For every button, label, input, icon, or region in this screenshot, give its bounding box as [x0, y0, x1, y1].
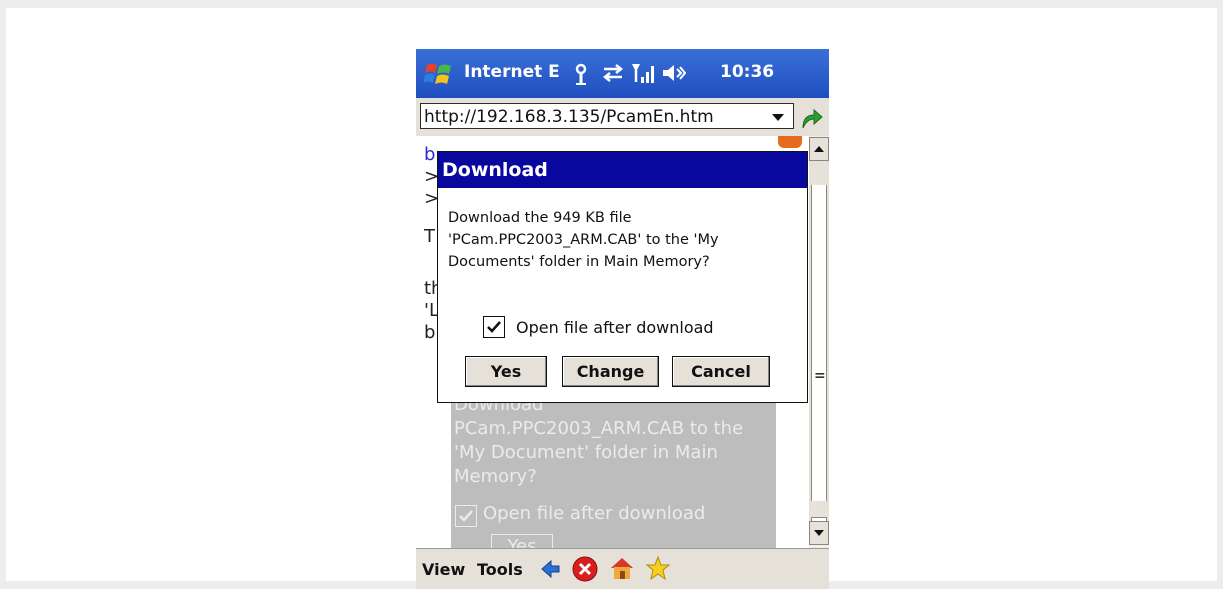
cancel-button[interactable]: Cancel	[672, 356, 770, 387]
download-dialog: Download Download the 949 KB file 'PCam.…	[437, 151, 808, 403]
tools-menu[interactable]: Tools	[477, 560, 523, 579]
dropdown-arrow-icon[interactable]	[770, 111, 786, 123]
dialog-message-line: 'PCam.PPC2003_ARM.CAB' to the 'My	[448, 232, 719, 248]
scroll-track[interactable]: =	[809, 161, 829, 529]
dialog-message-line: Download the 949 KB file	[448, 210, 632, 226]
scroll-thumb[interactable]: =	[811, 185, 827, 501]
illustration-checkbox-label: Open file after download	[483, 503, 706, 524]
favorites-icon[interactable]	[645, 555, 671, 581]
page-link[interactable]: b	[424, 144, 435, 165]
address-bar: http://192.168.3.135/PcamEn.htm	[416, 98, 829, 136]
signal-strength-icon[interactable]	[630, 60, 656, 86]
yes-button[interactable]: Yes	[465, 356, 547, 387]
view-menu[interactable]: View	[422, 560, 465, 579]
illustration-line: Memory?	[454, 466, 537, 487]
open-after-download-label[interactable]: Open file after download	[516, 318, 714, 337]
illustration-checkbox	[455, 505, 477, 527]
title-bar: Internet E 10:36	[416, 49, 829, 98]
dialog-message: Download the 949 KB file 'PCam.PPC2003_A…	[448, 207, 798, 273]
speaker-icon[interactable]	[660, 60, 686, 86]
window-title: Internet E	[464, 62, 560, 82]
go-arrow-icon[interactable]	[799, 106, 823, 130]
scroll-down-button[interactable]	[809, 521, 829, 545]
change-button[interactable]: Change	[562, 356, 659, 387]
arrow-down-icon	[814, 530, 824, 536]
windows-start-icon[interactable]	[424, 59, 454, 89]
antenna-icon[interactable]	[568, 60, 594, 86]
back-icon[interactable]	[539, 557, 563, 581]
url-input[interactable]: http://192.168.3.135/PcamEn.htm	[420, 103, 794, 129]
page-download-illustration: Download PCam.PPC2003_ARM.CAB to the 'My…	[451, 394, 776, 562]
page-text-line: T	[424, 226, 435, 247]
pocketpc-screen: Internet E 10:36 http://192.168.3.135/Pc…	[416, 49, 829, 589]
clock-time[interactable]: 10:36	[720, 62, 774, 82]
bottom-menu-bar: View Tools	[416, 548, 829, 589]
illustration-line: 'My Document' folder in Main	[454, 442, 718, 463]
scroll-up-button[interactable]	[809, 137, 829, 161]
screenshot-frame: Internet E 10:36 http://192.168.3.135/Pc…	[6, 8, 1217, 589]
dialog-message-line: Documents' folder in Main Memory?	[448, 254, 710, 270]
check-icon	[487, 321, 501, 333]
sync-icon[interactable]	[600, 60, 626, 86]
check-icon	[459, 510, 473, 522]
vertical-scrollbar[interactable]: =	[809, 136, 829, 548]
arrow-up-icon	[814, 146, 824, 152]
page-text-line: b	[424, 322, 436, 343]
illustration-line: PCam.PPC2003_ARM.CAB to the	[454, 418, 744, 439]
open-after-download-checkbox[interactable]	[483, 316, 505, 338]
grip-icon: =	[814, 368, 826, 384]
illustration-text: Download PCam.PPC2003_ARM.CAB to the 'My…	[454, 393, 743, 489]
page-image-fragment	[778, 136, 802, 148]
home-icon[interactable]	[609, 555, 635, 581]
stop-icon[interactable]	[571, 555, 599, 583]
dialog-title: Download	[438, 152, 807, 188]
